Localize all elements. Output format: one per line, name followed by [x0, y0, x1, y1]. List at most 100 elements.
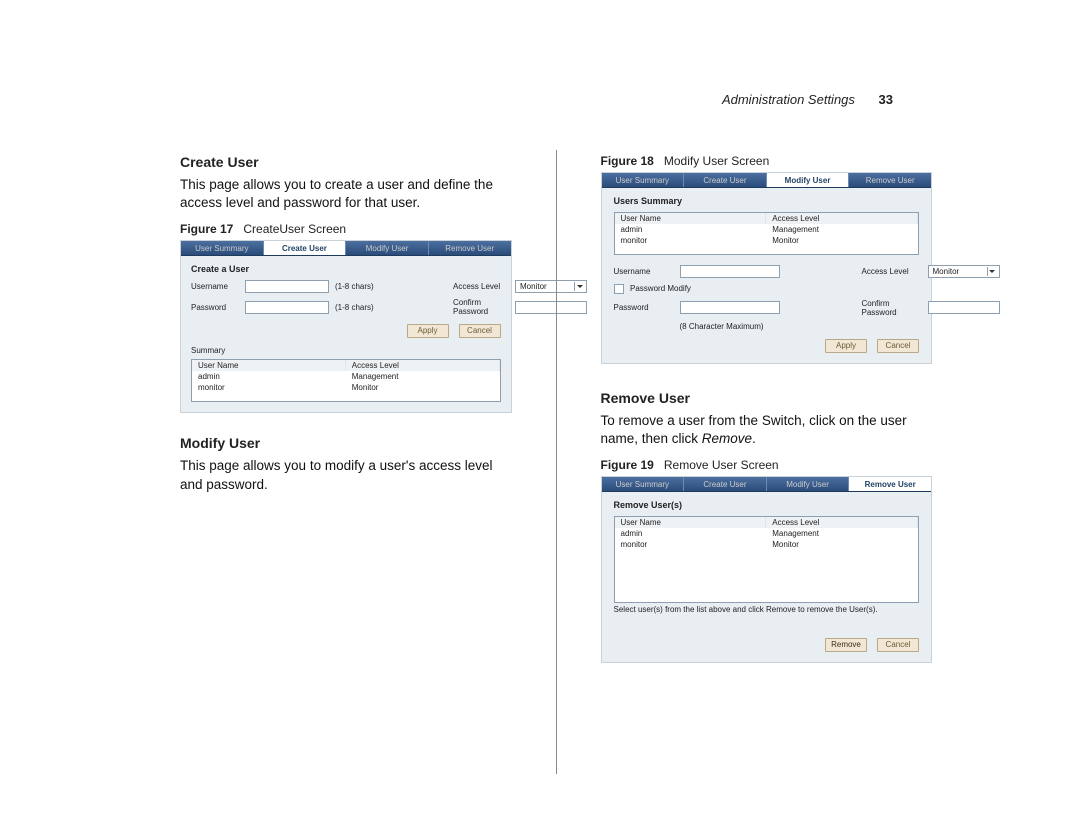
select-access-level[interactable]: Monitor: [928, 265, 1000, 278]
users-table: User Name Access Level admin Management …: [614, 212, 920, 255]
table-row[interactable]: monitor Monitor: [192, 382, 500, 393]
cancel-button[interactable]: Cancel: [459, 324, 501, 338]
input-password[interactable]: [245, 301, 329, 314]
cell-user-name: monitor: [615, 539, 767, 550]
figure19-label: Figure 19: [601, 458, 654, 472]
hint-password: (1-8 chars): [335, 303, 379, 312]
apply-button[interactable]: Apply: [825, 339, 867, 353]
table-row[interactable]: admin Management: [615, 528, 919, 539]
cell-user-name: admin: [615, 528, 767, 539]
label-access-level: Access Level: [862, 267, 922, 276]
tab-user-summary[interactable]: User Summary: [602, 477, 685, 491]
page-number: 33: [879, 92, 893, 107]
apply-button[interactable]: Apply: [407, 324, 449, 338]
label-password-modify: Password Modify: [630, 284, 691, 293]
col-user-name: User Name: [615, 517, 767, 528]
table-row[interactable]: monitor Monitor: [615, 235, 919, 246]
figure17-title: CreateUser Screen: [243, 222, 346, 236]
tab-remove-user[interactable]: Remove User: [849, 173, 931, 187]
text-emphasis: Remove: [702, 431, 752, 446]
tab-user-summary[interactable]: User Summary: [181, 241, 264, 255]
col-access-level: Access Level: [766, 517, 918, 528]
input-confirm-password[interactable]: [515, 301, 587, 314]
cell-access-level: Monitor: [346, 382, 500, 393]
cell-access-level: Monitor: [766, 539, 918, 550]
cell-access-level: Management: [766, 528, 918, 539]
col-access-level: Access Level: [766, 213, 918, 224]
paragraph-remove-user: To remove a user from the Switch, click …: [601, 412, 933, 448]
col-user-name: User Name: [192, 360, 346, 371]
remove-button[interactable]: Remove: [825, 638, 867, 652]
figure17-screenshot: User Summary Create User Modify User Rem…: [180, 240, 512, 413]
heading-create-user: Create User: [180, 154, 512, 170]
figure19-screenshot: User Summary Create User Modify User Rem…: [601, 476, 933, 663]
section-title: Remove User(s): [614, 500, 920, 510]
cancel-button[interactable]: Cancel: [877, 339, 919, 353]
select-access-level[interactable]: Monitor: [515, 280, 587, 293]
section-name: Administration Settings: [722, 92, 855, 107]
input-username[interactable]: [245, 280, 329, 293]
users-table: User Name Access Level admin Management …: [614, 516, 920, 603]
cell-user-name: monitor: [615, 235, 767, 246]
figure18-title: Modify User Screen: [664, 154, 769, 168]
select-access-level-value: Monitor: [520, 282, 547, 291]
figure18-caption: Figure 18 Modify User Screen: [601, 154, 933, 168]
figure18-label: Figure 18: [601, 154, 654, 168]
hint-password: (8 Character Maximum): [680, 322, 780, 331]
select-access-level-value: Monitor: [933, 267, 960, 276]
tab-create-user[interactable]: Create User: [684, 477, 767, 491]
cell-access-level: Management: [346, 371, 500, 382]
heading-modify-user: Modify User: [180, 435, 512, 451]
chevron-down-icon: [574, 282, 584, 291]
cell-access-level: Management: [766, 224, 918, 235]
paragraph-modify-user: This page allows you to modify a user's …: [180, 457, 512, 493]
running-header: Administration Settings 33: [722, 92, 893, 107]
hint-username: (1-8 chars): [335, 282, 379, 291]
label-password: Password: [191, 303, 239, 312]
tab-modify-user[interactable]: Modify User: [767, 173, 850, 187]
figure19-title: Remove User Screen: [664, 458, 779, 472]
text: .: [752, 431, 756, 446]
table-row[interactable]: admin Management: [192, 371, 500, 382]
input-confirm-password[interactable]: [928, 301, 1000, 314]
input-password[interactable]: [680, 301, 780, 314]
tab-user-summary[interactable]: User Summary: [602, 173, 685, 187]
section-title: Users Summary: [614, 196, 920, 206]
input-username[interactable]: [680, 265, 780, 278]
tab-remove-user[interactable]: Remove User: [849, 477, 931, 491]
table-row[interactable]: monitor Monitor: [615, 539, 919, 550]
chevron-down-icon: [987, 267, 997, 276]
figure17-caption: Figure 17 CreateUser Screen: [180, 222, 512, 236]
tab-create-user[interactable]: Create User: [264, 241, 347, 255]
label-confirm-password: Confirm Password: [862, 299, 922, 317]
tab-modify-user[interactable]: Modify User: [767, 477, 850, 491]
col-user-name: User Name: [615, 213, 767, 224]
tab-bar: User Summary Create User Modify User Rem…: [181, 241, 511, 256]
cell-access-level: Monitor: [766, 235, 918, 246]
label-confirm-password: Confirm Password: [453, 298, 509, 316]
col-access-level: Access Level: [346, 360, 500, 371]
label-username: Username: [191, 282, 239, 291]
summary-title: Summary: [191, 346, 501, 355]
table-row[interactable]: admin Management: [615, 224, 919, 235]
tab-bar: User Summary Create User Modify User Rem…: [602, 477, 932, 492]
label-access-level: Access Level: [453, 282, 509, 291]
checkbox-password-modify[interactable]: [614, 284, 624, 294]
cell-user-name: monitor: [192, 382, 346, 393]
section-title: Create a User: [191, 264, 501, 274]
label-password: Password: [614, 303, 674, 312]
tab-modify-user[interactable]: Modify User: [346, 241, 429, 255]
paragraph-create-user: This page allows you to create a user an…: [180, 176, 512, 212]
figure19-caption: Figure 19 Remove User Screen: [601, 458, 933, 472]
cell-user-name: admin: [192, 371, 346, 382]
cell-user-name: admin: [615, 224, 767, 235]
cancel-button[interactable]: Cancel: [877, 638, 919, 652]
figure17-label: Figure 17: [180, 222, 233, 236]
heading-remove-user: Remove User: [601, 390, 933, 406]
label-username: Username: [614, 267, 674, 276]
remove-instruction: Select user(s) from the list above and c…: [614, 605, 920, 614]
left-column: Create User This page allows you to crea…: [180, 150, 512, 774]
tab-remove-user[interactable]: Remove User: [429, 241, 511, 255]
tab-create-user[interactable]: Create User: [684, 173, 767, 187]
summary-table: User Name Access Level admin Management …: [191, 359, 501, 402]
